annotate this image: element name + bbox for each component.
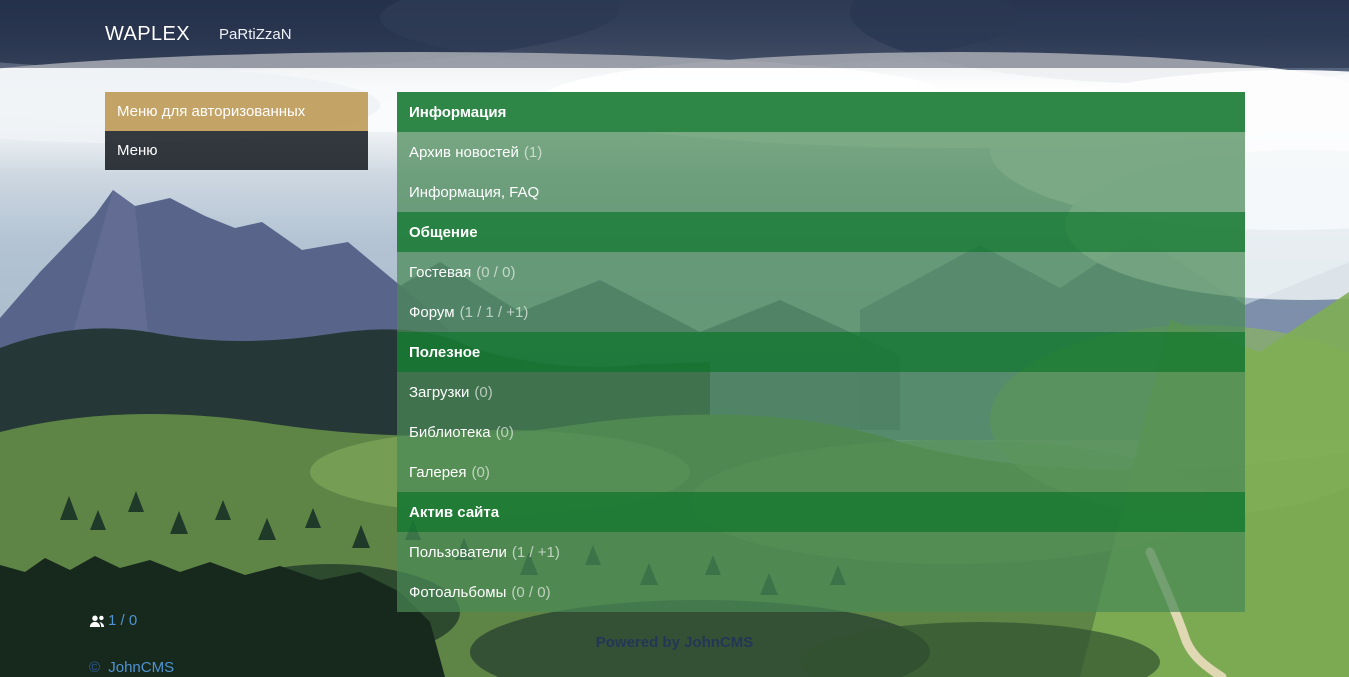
menu-item-counter: (0): [474, 384, 492, 401]
menu-item-label: Фотоальбомы: [409, 584, 506, 601]
top-bar: WAPLEX PaRtiZzaN: [0, 0, 1349, 68]
menu-item-counter: (0 / 0): [476, 264, 515, 281]
menu-item-forum[interactable]: Форум (1 / 1 / +1): [397, 292, 1245, 332]
menu-section-communication: Общение: [397, 212, 1245, 252]
menu-section-site-activity: Актив сайта: [397, 492, 1245, 532]
menu-section-information: Информация: [397, 92, 1245, 132]
powered-by-text: Powered by JohnCMS: [0, 634, 1349, 651]
menu-item-counter: (0 / 0): [511, 584, 550, 601]
menu-item-info-faq[interactable]: Информация, FAQ: [397, 172, 1245, 212]
menu-section-title: Общение: [409, 224, 478, 241]
menu-item-label: Информация, FAQ: [409, 184, 539, 201]
menu-item-counter: (1 / +1): [512, 544, 560, 561]
online-users-link[interactable]: 1 / 0: [89, 612, 137, 629]
menu-section-title: Полезное: [409, 344, 480, 361]
copyright-label: JohnCMS: [108, 659, 174, 676]
menu-section-title: Информация: [409, 104, 506, 121]
menu-item-library[interactable]: Библиотека (0): [397, 412, 1245, 452]
main-menu: Информация Архив новостей (1) Информация…: [397, 92, 1245, 612]
brand-logo[interactable]: WAPLEX: [105, 23, 190, 46]
menu-item-label: Форум: [409, 304, 455, 321]
menu-item-label: Библиотека: [409, 424, 491, 441]
menu-item-news-archive[interactable]: Архив новостей (1): [397, 132, 1245, 172]
sidebar-item-menu[interactable]: Меню: [105, 131, 368, 170]
sidebar-item-label: Меню: [117, 142, 158, 159]
menu-item-users[interactable]: Пользователи (1 / +1): [397, 532, 1245, 572]
menu-item-photo-albums[interactable]: Фотоальбомы (0 / 0): [397, 572, 1245, 612]
copyright-symbol: ©: [89, 659, 100, 676]
nav-item-partizzan[interactable]: PaRtiZzaN: [219, 26, 292, 43]
online-counter: 1 / 0: [108, 612, 137, 629]
sidebar-item-auth-menu[interactable]: Меню для авторизованных: [105, 92, 368, 131]
menu-item-gallery[interactable]: Галерея (0): [397, 452, 1245, 492]
menu-item-counter: (0): [496, 424, 514, 441]
sidebar: Меню для авторизованных Меню: [105, 92, 368, 170]
copyright-link[interactable]: © JohnCMS: [89, 659, 174, 676]
menu-item-label: Архив новостей: [409, 144, 519, 161]
menu-section-title: Актив сайта: [409, 504, 499, 521]
menu-item-counter: (1): [524, 144, 542, 161]
menu-section-useful: Полезное: [397, 332, 1245, 372]
menu-item-guestbook[interactable]: Гостевая (0 / 0): [397, 252, 1245, 292]
menu-item-label: Галерея: [409, 464, 467, 481]
users-icon: [89, 614, 106, 628]
sidebar-item-label: Меню для авторизованных: [117, 103, 305, 120]
menu-item-counter: (0): [472, 464, 490, 481]
menu-item-downloads[interactable]: Загрузки (0): [397, 372, 1245, 412]
menu-item-counter: (1 / 1 / +1): [460, 304, 529, 321]
menu-item-label: Гостевая: [409, 264, 471, 281]
menu-item-label: Пользователи: [409, 544, 507, 561]
menu-item-label: Загрузки: [409, 384, 469, 401]
